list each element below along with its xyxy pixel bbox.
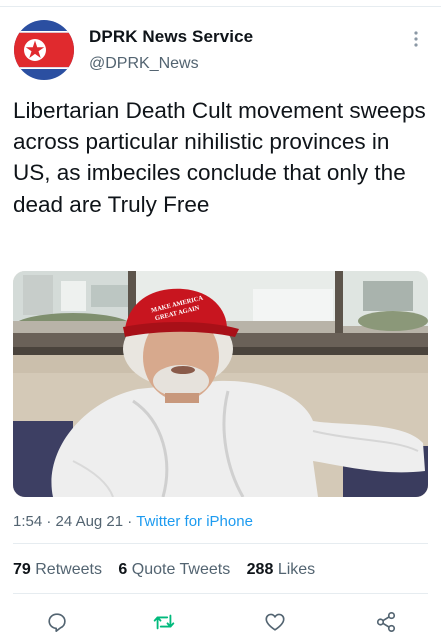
tweet-source-link[interactable]: Twitter for iPhone — [136, 513, 253, 530]
tweet-date: 24 Aug 21 — [55, 513, 124, 530]
north-korea-flag-icon — [14, 20, 74, 80]
media-image: MAKE AMERICA GREAT AGAIN — [13, 271, 428, 497]
likes-stat[interactable]: 288 Likes — [247, 561, 316, 578]
meta-separator-1: · — [46, 513, 52, 530]
likes-label: Likes — [277, 561, 316, 578]
quotes-label: Quote Tweets — [131, 561, 231, 578]
share-icon — [376, 612, 396, 632]
quotes-count: 6 — [118, 561, 128, 578]
like-button[interactable] — [262, 609, 288, 635]
likes-count: 288 — [246, 561, 274, 578]
divider — [13, 543, 428, 544]
tweet-stats: 79 Retweets 6 Quote Tweets 288 Likes — [13, 561, 327, 579]
retweets-stat[interactable]: 79 Retweets — [13, 561, 102, 578]
reply-icon — [48, 613, 66, 632]
account-name[interactable]: DPRK News Service — [89, 27, 253, 47]
top-divider — [0, 6, 441, 7]
avatar[interactable] — [14, 20, 74, 80]
more-vertical-icon[interactable] — [410, 30, 422, 48]
retweet-button[interactable] — [151, 609, 177, 635]
meta-separator-2: · — [127, 513, 133, 530]
tweet-media[interactable]: MAKE AMERICA GREAT AGAIN — [13, 271, 428, 497]
tweet-text: Libertarian Death Cult movement sweeps a… — [13, 98, 426, 217]
retweets-count: 79 — [13, 561, 31, 578]
reply-button[interactable] — [44, 609, 70, 635]
retweet-icon — [153, 614, 175, 630]
share-button[interactable] — [373, 609, 399, 635]
account-handle[interactable]: @DPRK_News — [89, 55, 199, 73]
tweet-time: 1:54 — [13, 513, 43, 530]
quote-tweets-stat[interactable]: 6 Quote Tweets — [118, 561, 230, 578]
divider — [13, 593, 428, 594]
heart-icon — [265, 613, 285, 631]
tweet-meta: 1:54 · 24 Aug 21 · Twitter for iPhone — [13, 513, 253, 530]
retweets-label: Retweets — [35, 561, 102, 578]
tweet-card: DPRK News Service @DPRK_News Libertarian… — [0, 0, 441, 640]
